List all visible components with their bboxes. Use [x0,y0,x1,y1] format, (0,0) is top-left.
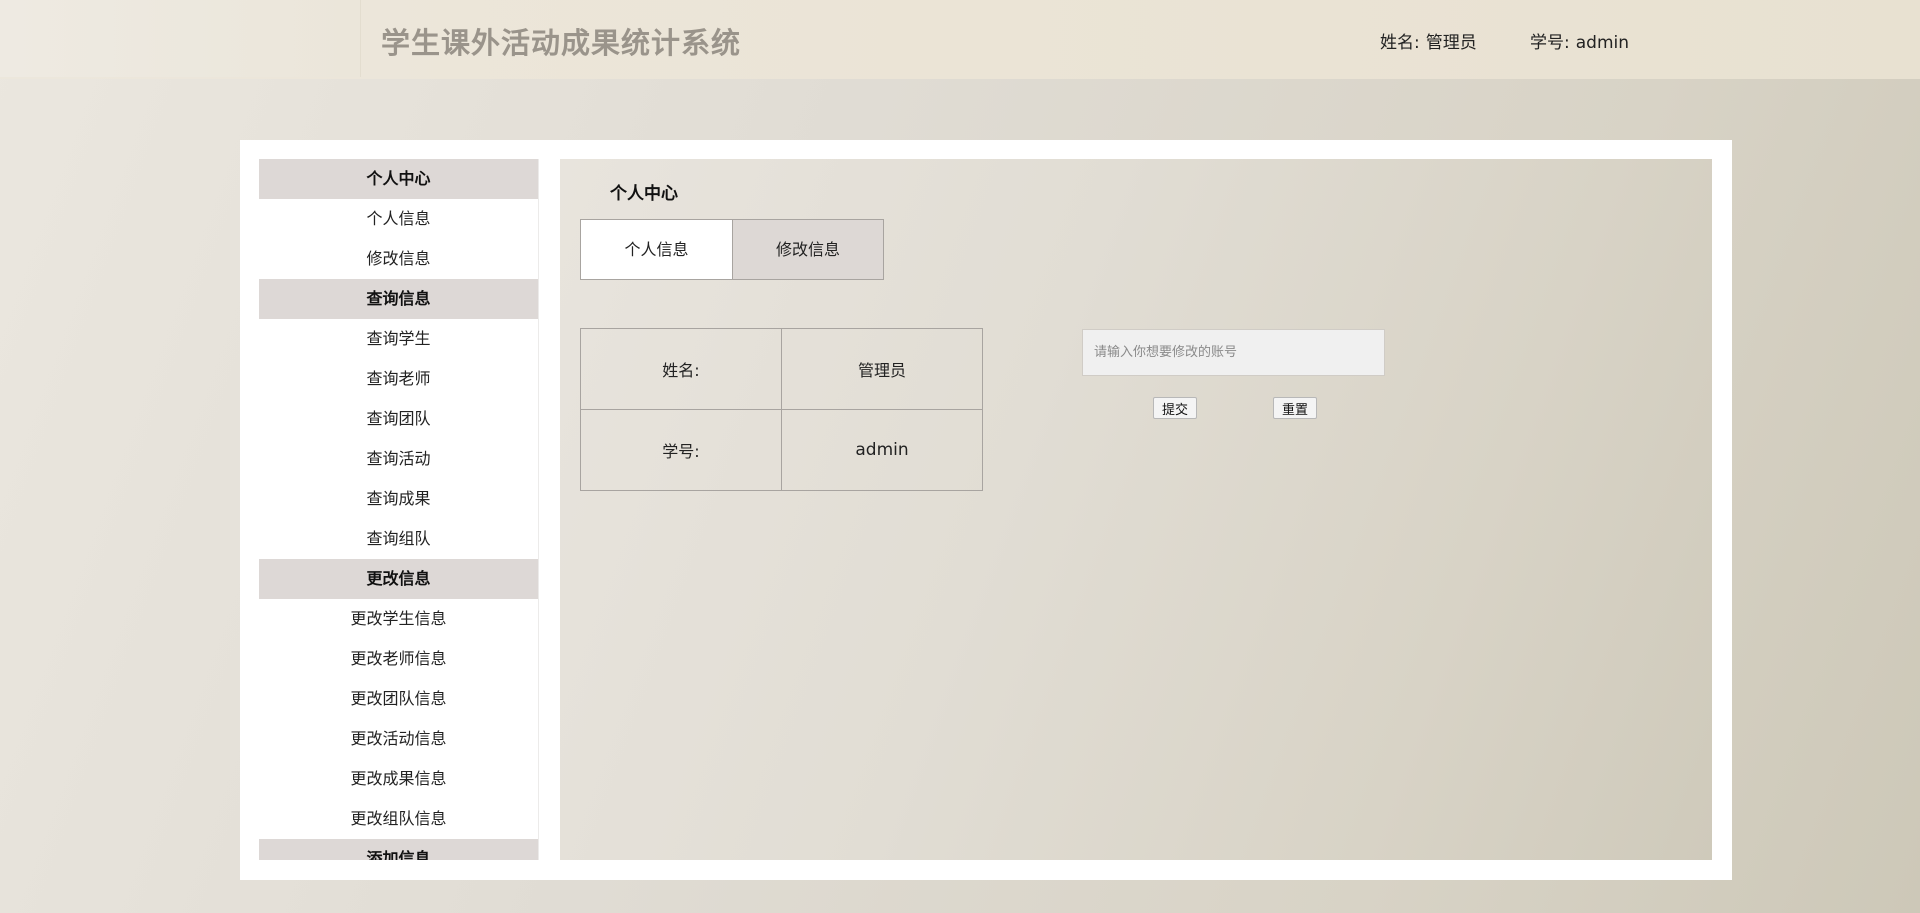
top-header: 学生课外活动成果统计系统 姓名: 管理员 学号: admin [0,0,1920,79]
sidebar-group-change-info[interactable]: 更改信息 [259,559,538,599]
header-logo-area [0,0,361,77]
sidebar-item-query-achievements[interactable]: 查询成果 [259,479,538,519]
id-value-cell: admin [781,409,983,491]
reset-button[interactable]: 重置 [1273,397,1318,419]
user-id-info: 学号: admin [1530,28,1629,53]
content-panel: 个人中心 个人信息 修改信息 姓名: 管理员 学号: admin 提交 重置 [560,159,1712,860]
account-modify-input[interactable] [1082,329,1385,376]
sidebar-group-add-info[interactable]: 添加信息 [259,839,538,860]
sidebar-group-personal-center[interactable]: 个人中心 [259,159,538,199]
submit-button[interactable]: 提交 [1153,397,1198,419]
sidebar-item-change-team-info[interactable]: 更改团队信息 [259,679,538,719]
user-name-value: 管理员 [1425,33,1477,53]
tab-bar: 个人信息 修改信息 [580,219,884,280]
sidebar-nav[interactable]: 个人中心 个人信息 修改信息 查询信息 查询学生 查询老师 查询团队 查询活动 … [259,159,539,860]
user-name-info: 姓名: 管理员 [1380,28,1477,53]
user-id-value: admin [1575,33,1630,53]
sidebar-group-query-info[interactable]: 查询信息 [259,279,538,319]
sidebar-item-change-activity-info[interactable]: 更改活动信息 [259,719,538,759]
sidebar-item-query-team-formation[interactable]: 查询组队 [259,519,538,559]
name-value-cell: 管理员 [781,328,983,410]
sidebar-item-query-students[interactable]: 查询学生 [259,319,538,359]
id-label-cell: 学号: [580,409,782,491]
user-name-label: 姓名: [1380,33,1420,53]
page-title: 个人中心 [610,184,678,204]
user-id-label: 学号: [1530,33,1570,53]
personal-info-table: 姓名: 管理员 学号: admin [580,328,983,491]
main-frame: 个人中心 个人信息 修改信息 查询信息 查询学生 查询老师 查询团队 查询活动 … [240,140,1732,880]
tab-personal-info[interactable]: 个人信息 [581,220,732,279]
sidebar-item-change-team-formation-info[interactable]: 更改组队信息 [259,799,538,839]
sidebar-item-query-teams[interactable]: 查询团队 [259,399,538,439]
sidebar-item-personal-info[interactable]: 个人信息 [259,199,538,239]
table-row: 姓名: 管理员 [580,328,983,410]
sidebar-item-query-teachers[interactable]: 查询老师 [259,359,538,399]
sidebar-item-change-teacher-info[interactable]: 更改老师信息 [259,639,538,679]
sidebar-item-modify-info[interactable]: 修改信息 [259,239,538,279]
app-title: 学生课外活动成果统计系统 [381,26,742,60]
name-label-cell: 姓名: [580,328,782,410]
table-row: 学号: admin [580,409,983,491]
sidebar-item-query-activities[interactable]: 查询活动 [259,439,538,479]
tab-modify-info[interactable]: 修改信息 [732,220,883,279]
sidebar-item-change-student-info[interactable]: 更改学生信息 [259,599,538,639]
sidebar-item-change-achievement-info[interactable]: 更改成果信息 [259,759,538,799]
